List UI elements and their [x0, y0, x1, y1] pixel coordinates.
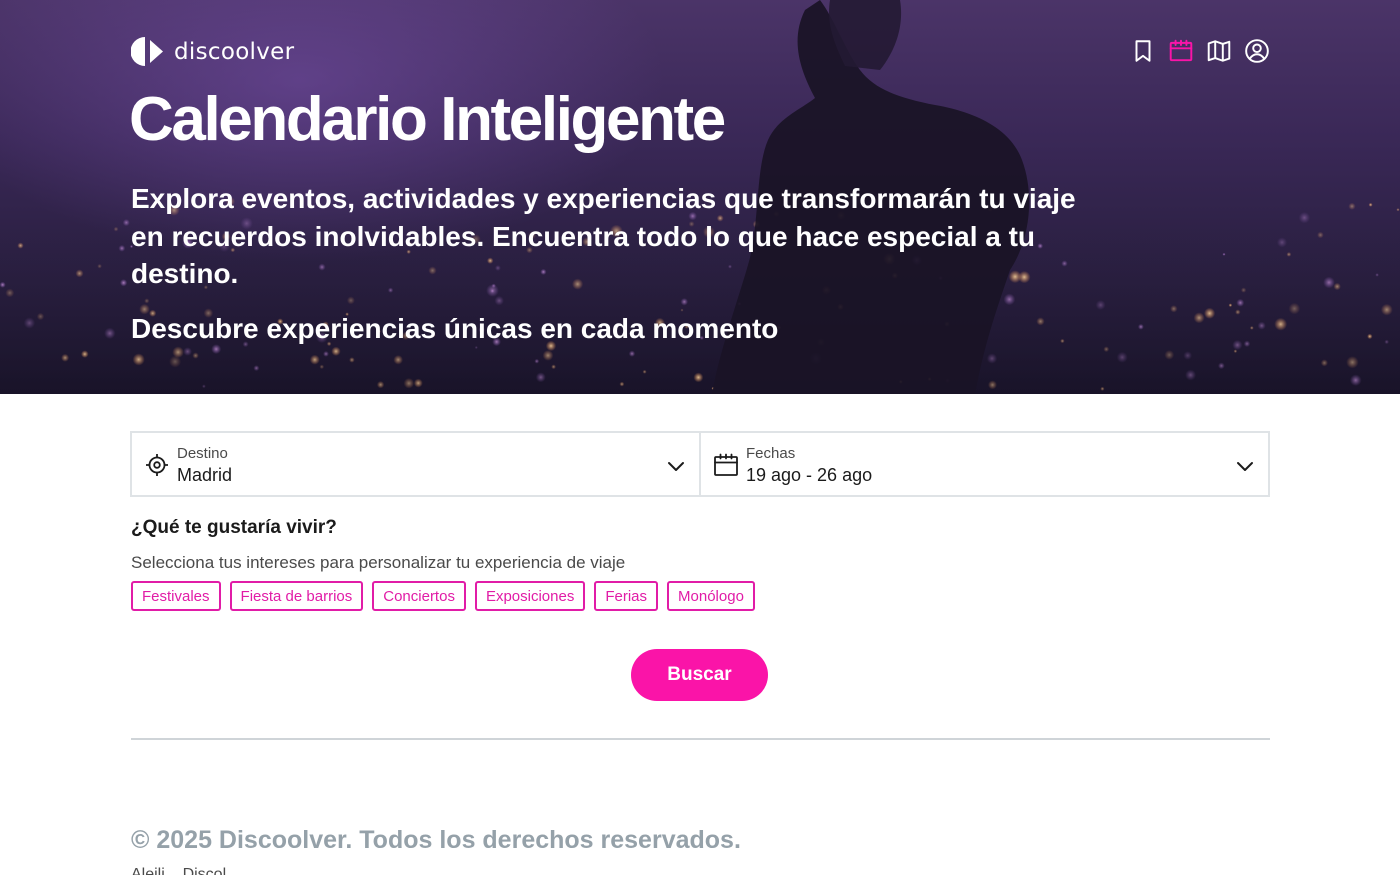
chip-exposiciones[interactable]: Exposiciones — [474, 581, 586, 611]
dates-label: Fechas — [746, 445, 796, 462]
dates-select[interactable]: Fechas 19 ago - 26 ago — [699, 433, 1268, 495]
chevron-down-icon — [668, 462, 684, 471]
chip-conciertos[interactable]: Conciertos — [372, 581, 466, 611]
brand-name: discoolver — [174, 38, 295, 65]
hero-banner: discoolver Calendario Inteligente Explor… — [0, 0, 1400, 394]
top-nav — [1130, 36, 1270, 66]
calendar-icon — [714, 453, 738, 476]
destination-select[interactable]: Destino Madrid — [132, 433, 699, 495]
hero-subtitle: Descubre experiencias únicas en cada mom… — [131, 313, 779, 344]
chip-monologo[interactable]: Monólogo — [667, 581, 755, 611]
logo[interactable]: discoolver — [131, 37, 294, 66]
search-form: Destino Madrid Fechas 19 ago - 26 ago — [130, 431, 1270, 497]
interest-chips: Festivales Fiesta de barrios Conciertos … — [131, 581, 755, 611]
chevron-down-icon — [1237, 462, 1253, 471]
dates-value: 19 ago - 26 ago — [746, 465, 873, 485]
user-icon[interactable] — [1244, 36, 1270, 66]
bookmark-icon[interactable] — [1130, 36, 1156, 66]
calendar-icon[interactable] — [1168, 36, 1194, 66]
interests-subtitle: Selecciona tus intereses para personaliz… — [131, 553, 626, 572]
destination-label: Destino — [177, 445, 228, 462]
interests-title: ¿Qué te gustaría vivir? — [131, 517, 337, 538]
crosshair-icon — [146, 454, 168, 476]
logo-mark-icon — [131, 37, 163, 66]
footer-copyright: © 2025 Discoolver. Todos los derechos re… — [131, 826, 741, 854]
page-title: Calendario Inteligente — [129, 85, 726, 154]
chip-fiesta-de-barrios[interactable]: Fiesta de barrios — [229, 581, 364, 611]
map-icon[interactable] — [1206, 36, 1232, 66]
destination-value: Madrid — [177, 465, 233, 485]
hero-description: Explora eventos, actividades y experienc… — [131, 183, 1076, 289]
footer-link[interactable]: Aleili... Discol... — [131, 866, 239, 875]
chip-ferias[interactable]: Ferias — [594, 581, 659, 611]
footer-divider — [131, 738, 1270, 740]
search-button[interactable]: Buscar — [631, 649, 768, 701]
chip-festivales[interactable]: Festivales — [131, 581, 221, 611]
